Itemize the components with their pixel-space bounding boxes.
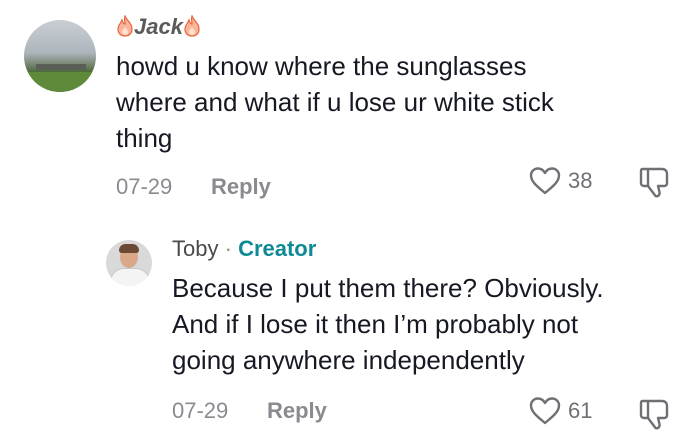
avatar-stand [36,64,86,70]
reply-button[interactable]: Reply [267,398,327,424]
fire-icon [117,15,133,37]
avatar[interactable] [24,20,96,92]
avatar[interactable] [106,240,152,286]
comment-text-line: Because I put them there? Obviously. [172,273,604,303]
like-button[interactable]: 38 [528,166,592,196]
comment-text-line: And if I lose it then I’m probably not [172,309,579,339]
like-button[interactable]: 61 [528,396,592,426]
avatar-shirt [110,268,150,286]
heart-outline-icon [529,167,561,195]
comment-text-line: howd u know where the sunglasses [116,51,527,81]
comment-date: 07-29 [116,174,173,199]
username-toby[interactable]: Toby · Creator [172,236,316,262]
dislike-button[interactable] [636,396,676,437]
like-count: 38 [568,168,593,193]
username-label: Jack [134,14,183,39]
like-count: 61 [568,398,593,423]
comment-date: 07-29 [172,398,229,423]
fire-icon [184,15,200,37]
username-jack[interactable]: Jack [116,14,201,40]
avatar-grass [24,72,96,92]
comment-text-line: where and what if u lose ur white stick [116,87,554,117]
username-label: Toby [172,236,219,261]
comment-text: Because I put them there? Obviously. And… [172,270,692,378]
separator-dot: · [224,236,232,261]
comment-text: howd u know where the sunglasses where a… [116,48,676,156]
thumbs-down-outline-icon [639,399,669,430]
dislike-button[interactable] [636,164,676,205]
heart-outline-icon [529,397,561,425]
creator-badge: Creator [238,236,317,261]
comment-text-line: thing [116,123,173,153]
comment-text-line: going anywhere independently [172,345,525,375]
avatar-hair [119,244,139,253]
reply-button[interactable]: Reply [211,174,271,200]
thumbs-down-outline-icon [639,167,669,198]
